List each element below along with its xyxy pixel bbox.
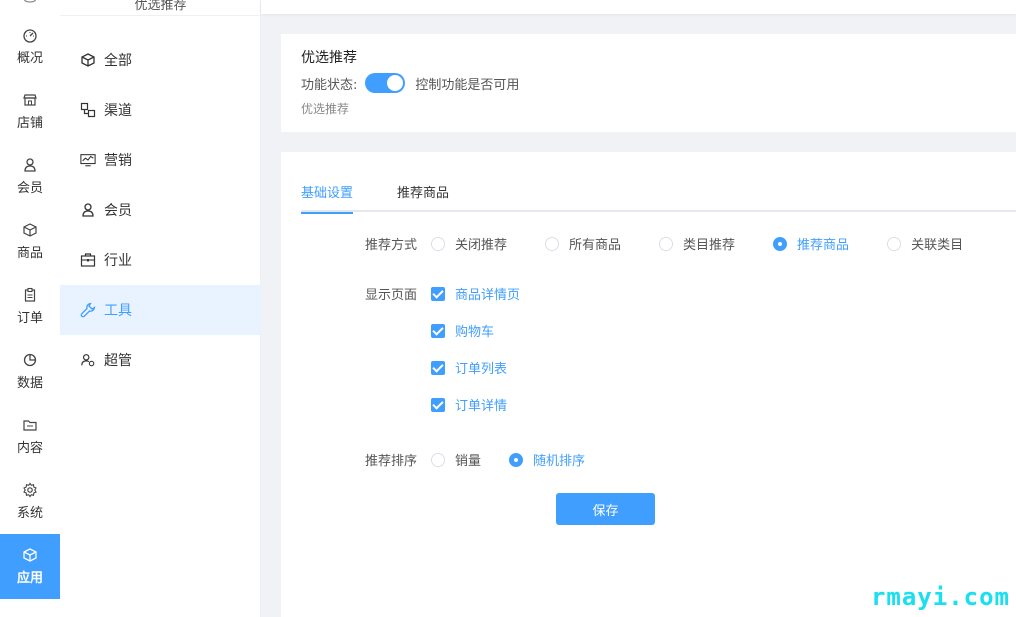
radio-recommend-goods[interactable]: 推荐商品 bbox=[773, 234, 849, 253]
feature-subtitle: 优选推荐 bbox=[301, 102, 350, 116]
sort-label: 推荐排序 bbox=[365, 454, 418, 469]
feature-title: 优选推荐 bbox=[301, 50, 357, 66]
submenu-item-tools[interactable]: 工具 bbox=[60, 285, 261, 335]
sort-row: 推荐排序 销量 随机排序 bbox=[365, 450, 623, 469]
radio-label: 推荐商品 bbox=[797, 238, 850, 253]
admin-icon bbox=[80, 352, 96, 368]
rail-item-order[interactable]: 订单 bbox=[0, 274, 60, 339]
shop-icon bbox=[22, 92, 38, 108]
feature-status-row: 功能状态: 控制功能是否可用 bbox=[301, 72, 996, 94]
checkbox-label: 购物车 bbox=[455, 325, 495, 340]
radio-label: 随机排序 bbox=[533, 454, 586, 469]
submenu-item-label: 会员 bbox=[104, 203, 132, 219]
submenu-item-industry[interactable]: 行业 bbox=[60, 235, 261, 285]
radio-label: 关闭推荐 bbox=[455, 238, 508, 253]
rail-item-label: 订单 bbox=[16, 311, 43, 326]
top-bar bbox=[261, 0, 1016, 14]
tabs: 基础设置 推荐商品 bbox=[301, 174, 1016, 214]
submenu-item-all[interactable]: 全部 bbox=[60, 35, 261, 85]
radio-related-category[interactable]: 关联类目 bbox=[887, 234, 963, 253]
gear-icon bbox=[22, 482, 38, 498]
monitor-chart-icon bbox=[80, 152, 96, 168]
submenu-item-member[interactable]: 会员 bbox=[60, 185, 261, 235]
dashboard-icon bbox=[22, 27, 38, 43]
rail-item-system[interactable]: 系统 bbox=[0, 469, 60, 534]
checkbox-label: 商品详情页 bbox=[455, 288, 521, 303]
submenu-header: 优选推荐 bbox=[60, 0, 261, 16]
status-label: 功能状态: bbox=[301, 77, 358, 93]
channel-icon bbox=[80, 102, 96, 118]
user-icon bbox=[80, 202, 96, 218]
rail-item-label: 会员 bbox=[16, 181, 43, 196]
submenu-item-channel[interactable]: 渠道 bbox=[60, 85, 261, 135]
tab-recommended-goods[interactable]: 推荐商品 bbox=[397, 182, 449, 212]
submenu-title: 优选推荐 bbox=[134, 0, 187, 13]
pages-label: 显示页面 bbox=[365, 288, 418, 303]
checkbox-goods-detail[interactable]: 商品详情页 bbox=[431, 284, 520, 303]
submenu-item-label: 全部 bbox=[104, 53, 132, 69]
submenu-item-label: 行业 bbox=[104, 253, 132, 269]
checkbox-label: 订单列表 bbox=[455, 362, 508, 377]
partial-icon bbox=[23, 0, 37, 3]
rail-item-label: 店铺 bbox=[16, 116, 43, 131]
rail-item-label: 商品 bbox=[16, 246, 43, 261]
rail-item-label: 应用 bbox=[16, 571, 43, 586]
radio-close-recommend[interactable]: 关闭推荐 bbox=[431, 234, 507, 253]
radio-label: 销量 bbox=[455, 454, 482, 469]
folder-icon bbox=[22, 417, 38, 433]
rail-item-data[interactable]: 数据 bbox=[0, 339, 60, 404]
feature-toggle[interactable] bbox=[365, 73, 406, 93]
submenu-item-label: 营销 bbox=[104, 153, 132, 169]
submenu-item-label: 渠道 bbox=[104, 103, 132, 119]
pages-row: 显示页面 bbox=[365, 284, 431, 303]
rail-item-label: 系统 bbox=[16, 506, 43, 521]
radio-label: 所有商品 bbox=[569, 238, 622, 253]
radio-category-recommend[interactable]: 类目推荐 bbox=[659, 234, 735, 253]
rail-item-content[interactable]: 内容 bbox=[0, 404, 60, 469]
feature-card: 优选推荐 功能状态: 控制功能是否可用 优选推荐 bbox=[281, 34, 1016, 132]
rail-item-goods[interactable]: 商品 bbox=[0, 209, 60, 274]
tab-basic-settings[interactable]: 基础设置 bbox=[301, 182, 354, 214]
rail-item-label: 数据 bbox=[16, 376, 43, 391]
watermark-text: rmayi.com bbox=[870, 583, 1010, 611]
submenu-item-marketing[interactable]: 营销 bbox=[60, 135, 261, 185]
rail-item-label: 内容 bbox=[16, 441, 43, 456]
checkbox-cart[interactable]: 购物车 bbox=[431, 321, 494, 340]
radio-label: 关联类目 bbox=[911, 238, 964, 253]
submenu-item-label: 工具 bbox=[104, 303, 132, 319]
method-label: 推荐方式 bbox=[365, 238, 418, 253]
rail-item-shop[interactable]: 店铺 bbox=[0, 79, 60, 144]
pie-chart-icon bbox=[22, 352, 38, 368]
settings-card: 基础设置 推荐商品 推荐方式 关闭推荐 所有商品 类目推荐 推荐商品 关联类目 … bbox=[281, 152, 1016, 617]
rail-item-member[interactable]: 会员 bbox=[0, 144, 60, 209]
briefcase-icon bbox=[80, 252, 96, 268]
radio-all-goods[interactable]: 所有商品 bbox=[545, 234, 621, 253]
clipboard-icon bbox=[22, 287, 38, 303]
checkbox-label: 订单详情 bbox=[455, 399, 508, 414]
box-icon bbox=[22, 222, 38, 238]
radio-sort-random[interactable]: 随机排序 bbox=[509, 450, 585, 469]
save-button[interactable]: 保存 bbox=[556, 493, 655, 525]
radio-sort-sales[interactable]: 销量 bbox=[431, 450, 481, 469]
box-icon bbox=[22, 547, 38, 563]
user-icon bbox=[22, 157, 38, 173]
rail-item-overview[interactable]: 概况 bbox=[0, 14, 60, 79]
radio-label: 类目推荐 bbox=[683, 238, 736, 253]
main-nav-rail: 概况 店铺 会员 商品 订单 数据 内容 系统 应用 bbox=[0, 0, 60, 617]
method-row: 推荐方式 关闭推荐 所有商品 类目推荐 推荐商品 关联类目 bbox=[365, 234, 1001, 253]
box-icon bbox=[80, 52, 96, 68]
submenu-item-label: 超管 bbox=[104, 353, 132, 369]
rail-item-apps[interactable]: 应用 bbox=[0, 534, 60, 599]
wrench-icon bbox=[80, 302, 96, 318]
checkbox-order-detail[interactable]: 订单详情 bbox=[431, 395, 507, 414]
submenu-item-admin[interactable]: 超管 bbox=[60, 335, 261, 385]
rail-item-label: 概况 bbox=[16, 51, 43, 66]
secondary-menu: 优选推荐 全部 渠道 营销 会员 行业 工具 超管 bbox=[60, 0, 261, 617]
checkbox-order-list[interactable]: 订单列表 bbox=[431, 358, 507, 377]
toggle-description: 控制功能是否可用 bbox=[415, 77, 520, 93]
